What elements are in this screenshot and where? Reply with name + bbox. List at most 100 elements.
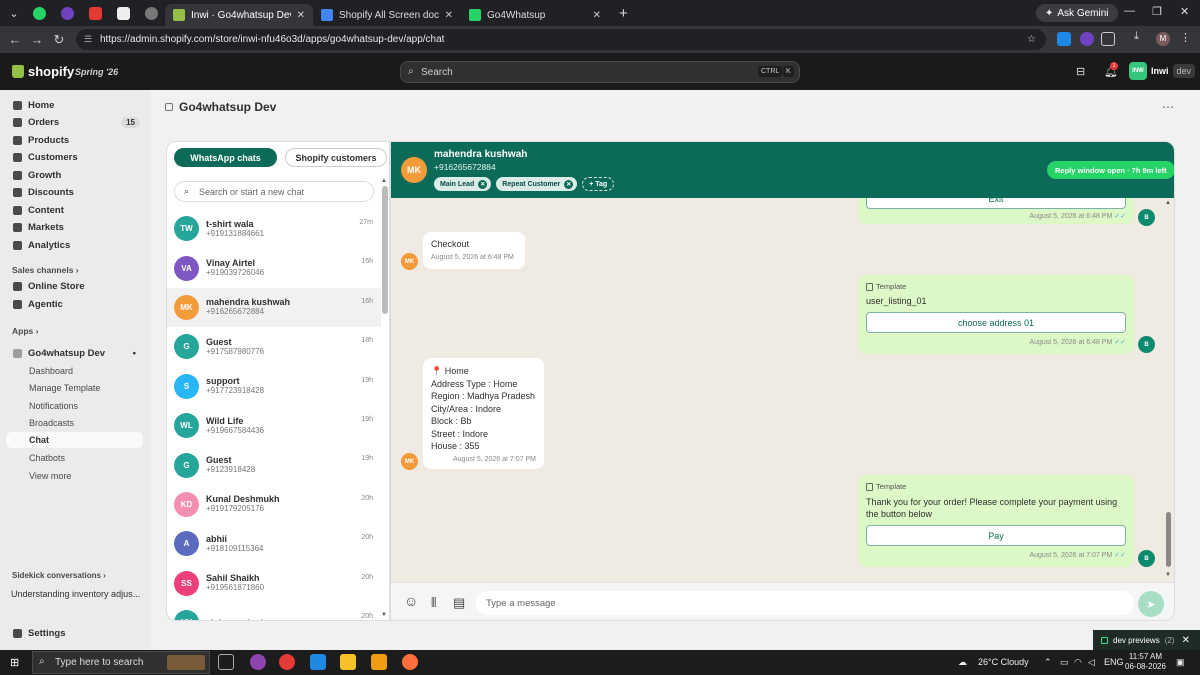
vscode-icon[interactable] <box>310 654 326 670</box>
send-button[interactable]: ➤ <box>1138 591 1164 617</box>
attachment-icon[interactable]: ⫴ <box>431 595 436 611</box>
bookmark-star-icon[interactable]: ☆ <box>1027 34 1036 45</box>
scroll-down-arrow[interactable]: ▼ <box>381 612 387 618</box>
tab-go4whatsup[interactable]: Go4Whatsup ✕ <box>461 4 609 26</box>
close-icon[interactable]: ✕ <box>1182 635 1190 646</box>
weather-text[interactable]: 26°C Cloudy <box>978 657 1029 667</box>
taskbar-search[interactable]: ⌕ Type here to search <box>32 651 210 674</box>
sidebar-sub-dashboard[interactable]: Dashboard <box>29 366 73 376</box>
close-tab-icon[interactable]: ✕ <box>593 10 601 21</box>
minimize-button[interactable]: — <box>1124 5 1135 17</box>
app-icon[interactable] <box>402 654 418 670</box>
tray-chevron-icon[interactable]: ⌃ <box>1044 657 1052 668</box>
app-icon[interactable] <box>250 654 266 670</box>
close-tab-icon[interactable]: ✕ <box>297 10 305 21</box>
download-icon[interactable]: ⤓ <box>1134 30 1148 44</box>
back-button[interactable]: ← <box>4 32 26 47</box>
chat-list-item[interactable]: G Guest +917587980776 18h <box>167 327 381 366</box>
extensions-puzzle-icon[interactable] <box>1101 32 1115 46</box>
sidebar-item-analytics[interactable]: Analytics <box>6 237 144 254</box>
pinned-tab[interactable] <box>25 2 53 24</box>
pinned-tab[interactable] <box>81 2 109 24</box>
address-bar[interactable]: ☰ https://admin.shopify.com/store/inwi-n… <box>76 29 1046 50</box>
tab-search-button[interactable]: ⌄ <box>3 2 25 24</box>
sales-channels-header[interactable]: Sales channels › <box>12 265 79 275</box>
chat-list-item[interactable]: Ssupport +917723918428 19h <box>167 367 381 406</box>
remove-tag-icon[interactable]: ✕ <box>478 179 488 189</box>
pinned-tab[interactable] <box>109 2 137 24</box>
choose-address-button[interactable]: choose address 01 <box>866 312 1126 333</box>
notifications-icon[interactable]: ▣ <box>1176 657 1185 668</box>
network-icon[interactable]: ▭ <box>1060 657 1069 668</box>
scroll-down-arrow[interactable]: ▼ <box>1165 572 1171 578</box>
pin-dot-icon[interactable]: • <box>133 348 136 359</box>
chrome-icon[interactable] <box>279 654 295 670</box>
close-tab-icon[interactable]: ✕ <box>445 10 453 21</box>
taskbar-clock[interactable]: 11:57 AM 06-08-2026 <box>1125 652 1166 672</box>
chat-list-item[interactable]: VA Vinay Airtel +919039726046 16h <box>167 248 381 287</box>
sidebar-item-discounts[interactable]: Discounts <box>6 184 144 201</box>
sidebar-sub-broadcasts[interactable]: Broadcasts <box>29 418 74 428</box>
emoji-icon[interactable]: ☺ <box>404 593 418 609</box>
chat-list-item[interactable]: MK mahendra kushwah +916265672884 16h <box>167 287 381 328</box>
sidekick-conversation-item[interactable]: Understanding inventory adjus... <box>11 589 140 599</box>
chat-list-item[interactable]: Aabhii +918109115364 20h <box>167 524 381 563</box>
apps-header[interactable]: Apps › <box>12 326 38 336</box>
pinned-tab[interactable] <box>53 2 81 24</box>
pay-button[interactable]: Pay <box>866 525 1126 546</box>
tab-whatsapp-chats[interactable]: WhatsApp chats <box>174 148 277 167</box>
chat-list-item[interactable]: KD Kunal Deshmukh +919179205176 20h <box>167 485 381 524</box>
template-button[interactable]: Exit <box>866 198 1126 209</box>
task-view-icon[interactable] <box>218 654 234 670</box>
inbox-icon[interactable]: ⊟ <box>1076 65 1085 78</box>
tab-google-doc[interactable]: Shopify All Screen doc - Google ✕ <box>313 4 461 26</box>
chat-search-input[interactable]: ⌕ Search or start a new chat <box>174 181 374 202</box>
shopify-logo[interactable]: shopify <box>12 64 74 79</box>
windows-start-icon[interactable]: ⊞ <box>10 656 19 669</box>
extension-icon[interactable] <box>1057 32 1071 46</box>
browser-menu-icon[interactable]: ⋮ <box>1180 31 1194 45</box>
chat-list-scrollbar[interactable] <box>382 186 388 314</box>
reload-button[interactable]: ↻ <box>48 32 70 48</box>
sublime-icon[interactable] <box>371 654 387 670</box>
shopify-search-bar[interactable]: ⌕ Search CTRL K <box>400 61 800 83</box>
message-input[interactable]: Type a message <box>476 591 1134 615</box>
pinned-tab[interactable] <box>137 2 165 24</box>
wifi-icon[interactable]: ◠ <box>1074 657 1082 668</box>
sidebar-sub-notifications[interactable]: Notifications <box>29 401 78 411</box>
remove-tag-icon[interactable]: ✕ <box>564 179 574 189</box>
ask-gemini-button[interactable]: ✦ Ask Gemini <box>1036 4 1118 22</box>
sidebar-item-home[interactable]: Home <box>6 97 144 114</box>
store-switcher[interactable]: INW Inwi dev <box>1129 62 1196 80</box>
sidebar-item-online-store[interactable]: Online Store <box>6 278 144 295</box>
more-actions-icon[interactable]: ⋯ <box>1162 100 1174 114</box>
sidebar-item-orders[interactable]: Orders 15 <box>6 114 144 131</box>
sidebar-item-markets[interactable]: Markets <box>6 219 144 236</box>
language-indicator[interactable]: ENG <box>1104 657 1124 667</box>
file-explorer-icon[interactable] <box>340 654 356 670</box>
scroll-up-arrow[interactable]: ▲ <box>1165 200 1171 206</box>
template-picker-icon[interactable]: ▤ <box>453 595 465 611</box>
restore-button[interactable]: ❐ <box>1152 5 1162 18</box>
tab-shopify-customers[interactable]: Shopify customers <box>285 148 387 167</box>
new-tab-button[interactable]: + <box>619 5 628 22</box>
sidebar-item-content[interactable]: Content <box>6 202 144 219</box>
chat-list-item[interactable]: SS Sahil Shaikh +919561871860 20h <box>167 564 381 603</box>
sidebar-item-growth[interactable]: Growth <box>6 167 144 184</box>
sidebar-item-customers[interactable]: Customers <box>6 149 144 166</box>
extension-icon[interactable] <box>1080 32 1094 46</box>
chat-list-item[interactable]: VV vishnu vajpai 20h <box>167 603 381 620</box>
dev-previews-bar[interactable]: dev previews (2) ✕ <box>1093 630 1200 650</box>
sidebar-sub-manage-template[interactable]: Manage Template <box>29 383 100 393</box>
sidekick-header[interactable]: Sidekick conversations › <box>12 571 106 580</box>
sidebar-sub-chat[interactable]: Chat <box>6 432 143 448</box>
sidebar-sub-view-more[interactable]: View more <box>29 471 71 481</box>
close-window-button[interactable]: ✕ <box>1180 5 1189 18</box>
volume-icon[interactable]: ◁ <box>1088 657 1095 668</box>
profile-avatar[interactable]: M <box>1156 32 1170 46</box>
sidebar-item-settings[interactable]: Settings <box>6 625 144 642</box>
tab-shopify[interactable]: Inwi · Go4whatsup Dev · Shopify ✕ <box>165 4 313 26</box>
forward-button[interactable]: → <box>26 32 48 47</box>
sidebar-item-products[interactable]: Products <box>6 132 144 149</box>
site-info-icon[interactable]: ☰ <box>84 34 92 45</box>
